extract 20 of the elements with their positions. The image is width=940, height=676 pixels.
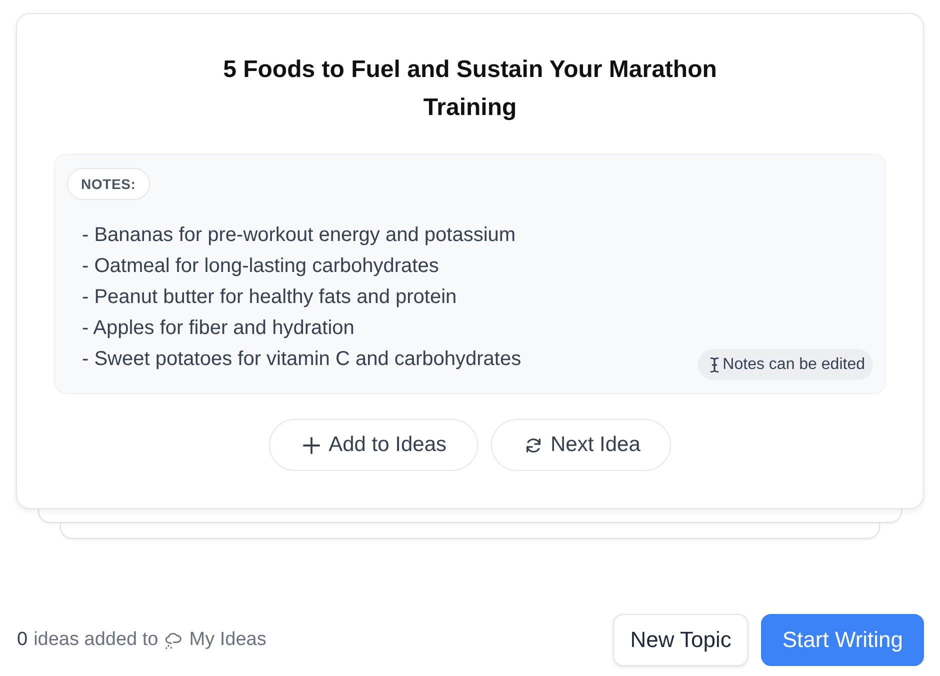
- plus-icon: [302, 436, 321, 454]
- my-ideas-link[interactable]: My Ideas: [164, 629, 266, 651]
- hint-text: Notes can be edited: [722, 356, 865, 374]
- note-line: - Bananas for pre-workout energy and potassium: [82, 223, 517, 248]
- idea-title: 5 Foods to Fuel and Sustain Your Marathon Training: [222, 55, 718, 123]
- notes-field[interactable]: [54, 154, 886, 394]
- text-cursor-icon: [710, 356, 719, 372]
- ideas-count: 0: [17, 629, 28, 651]
- new-topic-button[interactable]: New Topic: [613, 614, 748, 666]
- next-idea-button[interactable]: Next Idea: [490, 419, 672, 471]
- note-line: - Oatmeal for long-lasting carbohydrates: [82, 254, 440, 279]
- thought-bubble-icon: [164, 630, 184, 650]
- start-writing-button[interactable]: Start Writing: [761, 614, 924, 666]
- ideas-added-text: ideas added to: [34, 629, 158, 651]
- note-line: - Sweet potatoes for vitamin C and carbohydrates: [82, 347, 522, 372]
- add-to-ideas-button[interactable]: Add to Ideas: [268, 419, 478, 471]
- note-line: - Apples for fiber and hydration: [82, 316, 356, 341]
- refresh-icon: [524, 436, 543, 454]
- note-line: - Peanut butter for healthy fats and protein: [82, 285, 458, 310]
- notes-label: NOTES:: [67, 168, 150, 200]
